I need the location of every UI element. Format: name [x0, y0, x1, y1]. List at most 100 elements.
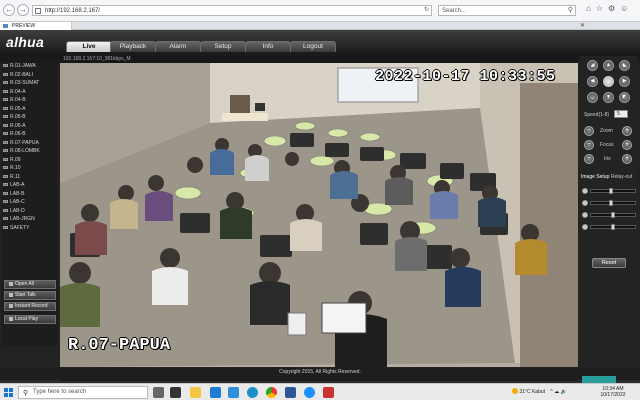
channel-item[interactable]: R.06-A [2, 122, 58, 131]
system-tray: 31°C Kabut ^ ☁ 🔊 [512, 387, 567, 398]
zoom-in-button[interactable]: + [622, 126, 632, 136]
browser-tab[interactable]: PREVIEW [0, 22, 72, 30]
channel-item[interactable]: R.04-A [2, 88, 58, 97]
taskbar-clock[interactable]: 10:34 AM 10/17/2022 [598, 386, 628, 398]
channel-item[interactable]: R.11 [2, 173, 58, 182]
file-explorer-icon[interactable] [190, 387, 201, 398]
iris-in-button[interactable]: + [622, 154, 632, 164]
camera-icon [3, 174, 8, 178]
image-setup-tab[interactable]: Image Setup [581, 174, 609, 180]
saturation-slider[interactable] [590, 212, 636, 218]
channel-item[interactable]: R.02-BALI [2, 71, 58, 80]
camera-icon [3, 166, 8, 169]
ptz-up-icon[interactable]: ▲ [603, 60, 614, 71]
live-video-panel[interactable]: 192.168.2.167:10_981kbps_M 2022-10-17 10… [60, 56, 578, 367]
tray-icons[interactable]: ^ ☁ 🔊 [550, 389, 566, 395]
page-icon [35, 8, 41, 14]
chrome-icon[interactable] [266, 387, 277, 398]
ptz-down-icon[interactable]: ▼ [603, 92, 614, 103]
channel-item[interactable]: R.09 [2, 156, 58, 165]
ptz-up-right-icon[interactable]: ◣ [619, 60, 630, 71]
instant-record-button[interactable]: Instant Record [4, 302, 56, 311]
edge-icon[interactable] [247, 387, 258, 398]
camera-icon [3, 81, 8, 84]
channel-item[interactable]: LAB-A [2, 181, 58, 190]
slider-knob[interactable] [608, 200, 613, 206]
ptz-up-left-icon[interactable]: ◢ [587, 60, 598, 71]
channel-item[interactable]: R.05-A [2, 105, 58, 114]
word-icon[interactable] [285, 387, 296, 398]
channel-label: LAB-B [10, 190, 25, 197]
tab-playback[interactable]: Playback [110, 41, 156, 52]
ptz-left-icon[interactable]: ◀ [587, 76, 598, 87]
tab-logout[interactable]: Logout [290, 41, 336, 52]
play-icon [9, 317, 13, 321]
close-tab-icon[interactable]: ✕ [580, 22, 585, 30]
channel-item[interactable]: LAB-D [2, 207, 58, 216]
ptz-down-left-icon[interactable]: ◡ [587, 92, 598, 103]
channel-label: LAB-JRGN [10, 216, 35, 222]
channel-item[interactable]: R.03-SUMAT [2, 79, 58, 88]
camera-icon [3, 140, 8, 144]
slider-knob[interactable] [611, 212, 615, 218]
channel-item[interactable]: R.01-JAWA [2, 62, 58, 71]
zoom-out-button[interactable]: − [584, 126, 594, 136]
browser-toolbar-icons[interactable]: ⌂☆⚙☺ [586, 4, 633, 13]
back-icon[interactable]: ← [3, 4, 15, 16]
iris-label: Iris [604, 156, 611, 162]
channel-item[interactable]: LAB-C [2, 198, 58, 207]
contrast-slider[interactable] [590, 200, 636, 206]
channel-item[interactable]: R.04-B [2, 96, 58, 105]
forward-icon[interactable]: → [17, 4, 29, 16]
focus-in-button[interactable]: + [622, 140, 632, 150]
brand-logo: alhua [6, 34, 45, 50]
app-icon[interactable] [170, 387, 181, 398]
channel-item[interactable]: LAB-B [2, 190, 58, 199]
focus-out-button[interactable]: − [584, 140, 594, 150]
tab-setup[interactable]: Setup [200, 41, 246, 52]
channel-item[interactable]: R.06-B [2, 130, 58, 139]
channel-item[interactable]: R.10 [2, 164, 58, 173]
ptz-down-right-icon[interactable]: ◤ [619, 92, 630, 103]
camera-frame-image [60, 63, 578, 367]
taskbar-search-field[interactable]: ⚲ Type here to search [18, 386, 148, 399]
ptz-center-icon[interactable] [603, 76, 614, 87]
store-icon[interactable] [228, 387, 239, 398]
zoom-label: Zoom [600, 128, 613, 134]
slider-knob[interactable] [608, 188, 613, 194]
hue-slider[interactable] [590, 224, 636, 230]
tab-live[interactable]: Live [66, 41, 112, 52]
open-all-icon [9, 282, 13, 286]
relay-out-tab[interactable]: Relay-out [611, 174, 632, 180]
address-bar[interactable]: http://192.168.2.167/ [32, 5, 432, 16]
slider-knob[interactable] [611, 224, 615, 230]
channel-item[interactable]: R.08-LOMBK [2, 147, 58, 156]
app-2-icon[interactable] [323, 387, 334, 398]
refresh-icon[interactable]: ↻ [424, 5, 429, 16]
channel-label: R.10 [10, 165, 21, 171]
channel-label: R.03-SUMAT [10, 80, 40, 86]
channel-item[interactable]: R.05-B [2, 113, 58, 122]
tab-alarm[interactable]: Alarm [155, 41, 201, 52]
start-talk-button[interactable]: Start Talk [4, 291, 56, 300]
tab-info[interactable]: Info [245, 41, 291, 52]
task-view-icon[interactable] [153, 387, 164, 398]
search-icon[interactable]: ⚲ [568, 6, 573, 16]
channel-item[interactable]: SAFETY [2, 224, 58, 233]
brightness-icon [582, 188, 588, 194]
iris-out-button[interactable]: − [584, 154, 594, 164]
ptz-right-icon[interactable]: ▶ [619, 76, 630, 87]
mail-icon[interactable] [210, 387, 221, 398]
reset-button[interactable]: Reset [592, 258, 626, 268]
speed-select[interactable]: 5 [614, 110, 628, 118]
ie-icon[interactable] [304, 387, 315, 398]
browser-search-field[interactable]: Search... ⚲ [438, 5, 576, 16]
open-all-button[interactable]: Open All [4, 280, 56, 289]
start-talk-label: Start Talk [15, 292, 36, 298]
weather-text[interactable]: 31°C Kabut [519, 389, 545, 395]
brightness-slider[interactable] [590, 188, 636, 194]
windows-start-icon[interactable] [4, 388, 14, 398]
channel-item[interactable]: LAB-JRGN [2, 215, 58, 224]
local-play-button[interactable]: Local Play [4, 315, 56, 324]
channel-item[interactable]: R.07-PAPUA [2, 139, 58, 148]
